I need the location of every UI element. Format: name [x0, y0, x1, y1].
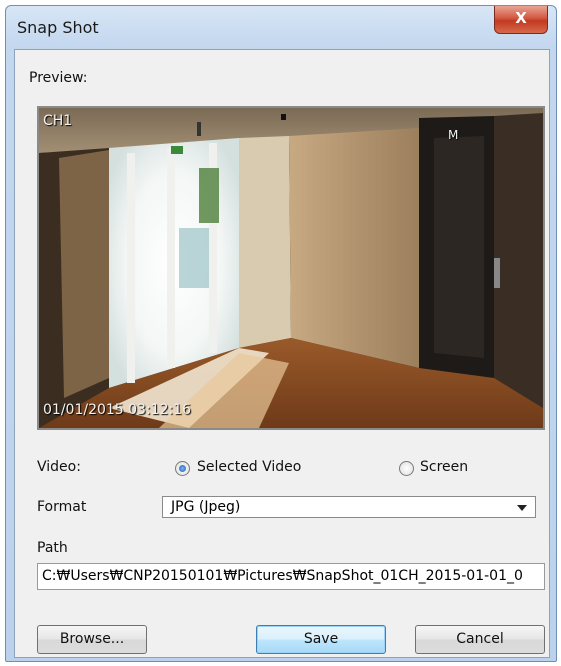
elevator-sign: M	[448, 128, 459, 142]
preview-image: CH1 M 01/01/2015 03:12:16	[37, 106, 545, 430]
channel-label: CH1	[43, 113, 73, 129]
path-label: Path	[37, 540, 68, 556]
format-dropdown[interactable]: JPG (Jpeg)	[162, 496, 536, 518]
save-button[interactable]: Save	[256, 625, 386, 654]
radio-label-screen: Screen	[420, 459, 469, 475]
path-field[interactable]: C:₩Users₩CNP20150101₩Pictures₩SnapShot_0…	[37, 563, 545, 590]
timestamp-label: 01/01/2015 03:12:16	[43, 402, 192, 418]
close-button[interactable]: X	[494, 6, 548, 34]
format-label: Format	[37, 499, 87, 515]
browse-button[interactable]: Browse...	[37, 625, 147, 654]
chevron-down-icon	[517, 505, 527, 511]
radio-label-selected-video: Selected Video	[197, 459, 302, 475]
snapshot-dialog: Snap Shot X Preview: CH1 M 01/01/2015 03…	[5, 5, 557, 662]
title-bar[interactable]: Snap Shot X	[6, 6, 556, 48]
cancel-button[interactable]: Cancel	[415, 625, 545, 654]
close-icon: X	[515, 9, 527, 27]
format-selected-value: JPG (Jpeg)	[171, 499, 241, 515]
preview-label: Preview:	[29, 70, 88, 86]
camera-scene	[39, 108, 543, 428]
dialog-title: Snap Shot	[17, 18, 99, 37]
dialog-body: Preview: CH1 M 01/01/2015 03:12:16 Video…	[14, 49, 550, 658]
radio-button-selected[interactable]	[175, 461, 190, 476]
video-label: Video:	[37, 459, 81, 475]
radio-button-screen[interactable]	[399, 461, 414, 476]
